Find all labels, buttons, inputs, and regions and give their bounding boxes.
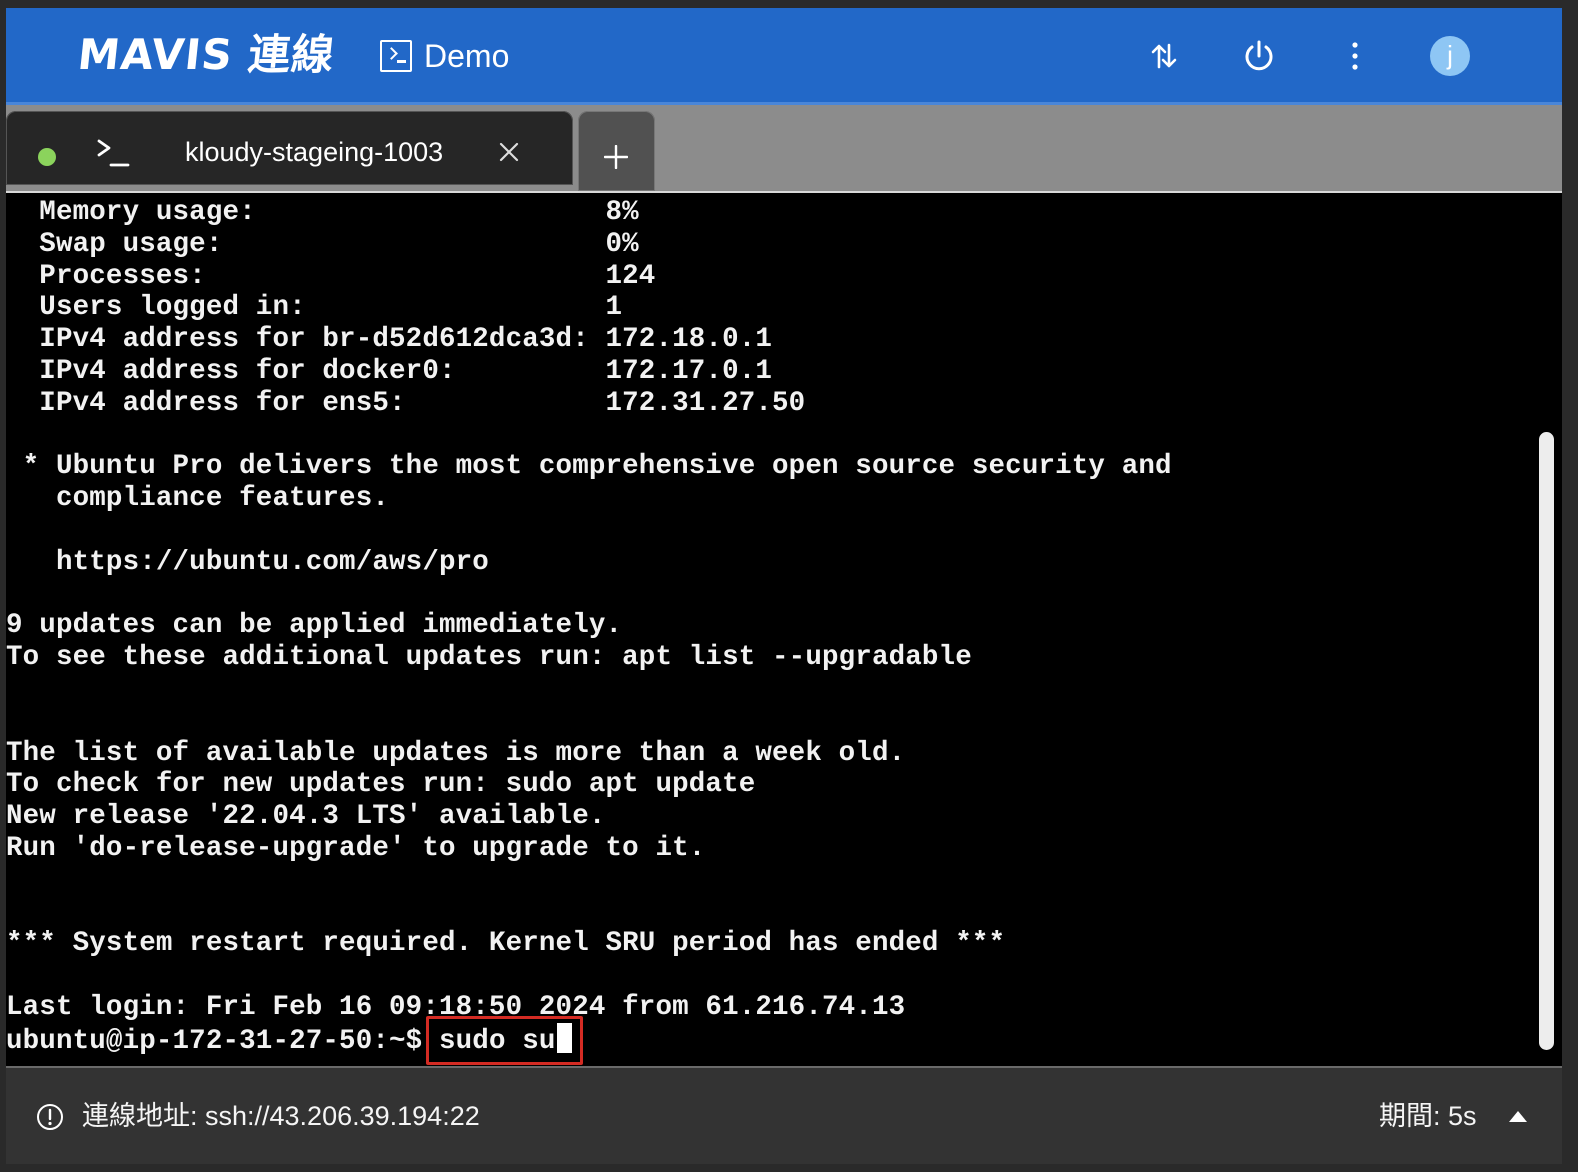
terminal-output[interactable]: Memory usage: 8% Swap usage: 0% Processe… xyxy=(6,193,1562,1066)
session-duration: 期間: 5s xyxy=(1379,1101,1477,1131)
power-icon xyxy=(1245,40,1273,71)
tab-label: kloudy-stageing-1003 xyxy=(185,137,444,167)
command-highlight-box xyxy=(426,1016,583,1065)
workspace-selector[interactable]: Demo xyxy=(380,34,509,78)
info-icon xyxy=(37,1104,63,1130)
add-tab-button[interactable] xyxy=(578,111,655,191)
user-avatar[interactable]: j xyxy=(1430,36,1470,76)
terminal-scrollbar[interactable] xyxy=(1539,432,1554,1050)
tab-session[interactable]: kloudy-stageing-1003 xyxy=(6,111,573,185)
more-vertical-icon xyxy=(1352,42,1358,70)
caret-up-icon[interactable] xyxy=(1507,1108,1529,1124)
transfer-icon xyxy=(1151,43,1177,69)
tab-bar: kloudy-stageing-1003 xyxy=(6,105,1562,193)
app-logo: MAVIS 連線 xyxy=(75,30,338,79)
connection-address: 連線地址: ssh://43.206.39.194:22 xyxy=(82,1101,480,1131)
workspace-name: Demo xyxy=(424,38,510,74)
terminal-prompt-icon xyxy=(97,139,130,167)
terminal-text: Memory usage: 8% Swap usage: 0% Processe… xyxy=(6,197,1172,1023)
more-menu-button[interactable] xyxy=(1331,32,1379,80)
app-window: MAVIS 連線 Demo j kloudy-stageing-1003 Mem… xyxy=(6,8,1562,1164)
plus-icon xyxy=(604,145,628,169)
close-icon[interactable] xyxy=(496,139,522,165)
connection-status-dot xyxy=(38,148,56,166)
transfer-button[interactable] xyxy=(1140,32,1188,80)
terminal-prompt: ubuntu@ip-172-31-27-50:~$ xyxy=(6,1026,439,1057)
disconnect-button[interactable] xyxy=(1235,32,1283,80)
top-header: MAVIS 連線 Demo j xyxy=(6,8,1562,105)
terminal-icon xyxy=(380,40,412,72)
status-footer: 連線地址: ssh://43.206.39.194:22 期間: 5s xyxy=(6,1066,1562,1164)
